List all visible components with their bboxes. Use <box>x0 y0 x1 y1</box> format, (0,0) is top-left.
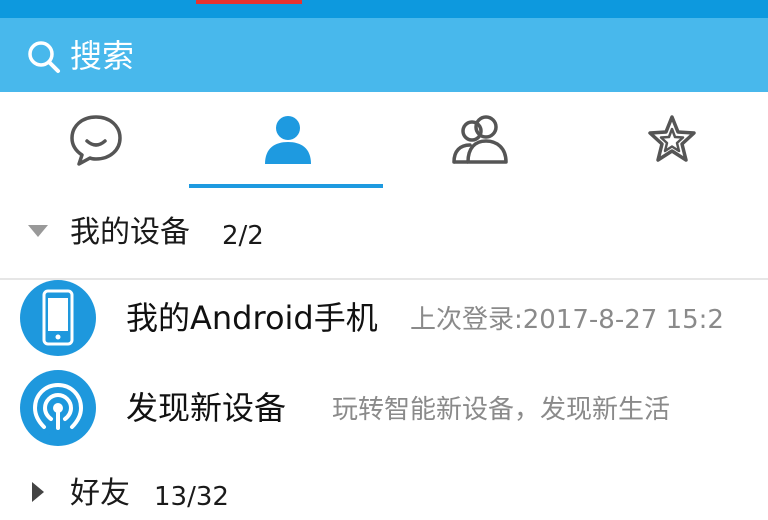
radar-icon <box>30 380 86 436</box>
group-title: 好友 <box>70 476 130 511</box>
search-icon <box>28 41 60 73</box>
chat-bubble-icon <box>70 115 122 166</box>
device-description: 玩转智能新设备，发现新生活 <box>332 395 671 425</box>
person-icon <box>265 116 311 164</box>
title-bar <box>0 0 768 18</box>
tab-messages[interactable] <box>0 92 192 188</box>
tab-favorites[interactable] <box>576 92 768 188</box>
list-item[interactable]: 发现新设备 玩转智能新设备，发现新生活 <box>0 358 768 458</box>
notification-marker <box>196 0 302 4</box>
star-icon <box>648 115 696 162</box>
device-avatar <box>20 280 96 356</box>
group-icon <box>452 115 508 164</box>
group-header-devices[interactable]: 我的设备 2/2 <box>0 205 768 259</box>
list-item[interactable]: 我的Android手机 上次登录:2017-8-27 15:2 <box>0 268 768 368</box>
collapsed-arrow-icon <box>32 482 44 502</box>
device-name: 发现新设备 <box>126 389 287 427</box>
active-tab-indicator <box>189 184 383 188</box>
tab-groups[interactable] <box>384 92 576 188</box>
tab-bar <box>0 92 768 280</box>
group-header-friends[interactable]: 好友 13/32 <box>0 466 768 520</box>
group-title: 我的设备 <box>70 215 190 250</box>
phone-icon <box>42 289 74 346</box>
tab-contacts[interactable] <box>192 92 384 188</box>
search-placeholder: 搜索 <box>70 37 135 75</box>
group-count: 2/2 <box>222 221 264 251</box>
device-avatar <box>20 370 96 446</box>
search-bar[interactable]: 搜索 <box>0 18 768 92</box>
device-name: 我的Android手机 <box>126 299 378 337</box>
expanded-arrow-icon <box>28 225 48 237</box>
device-last-login: 上次登录:2017-8-27 15:2 <box>410 305 724 335</box>
